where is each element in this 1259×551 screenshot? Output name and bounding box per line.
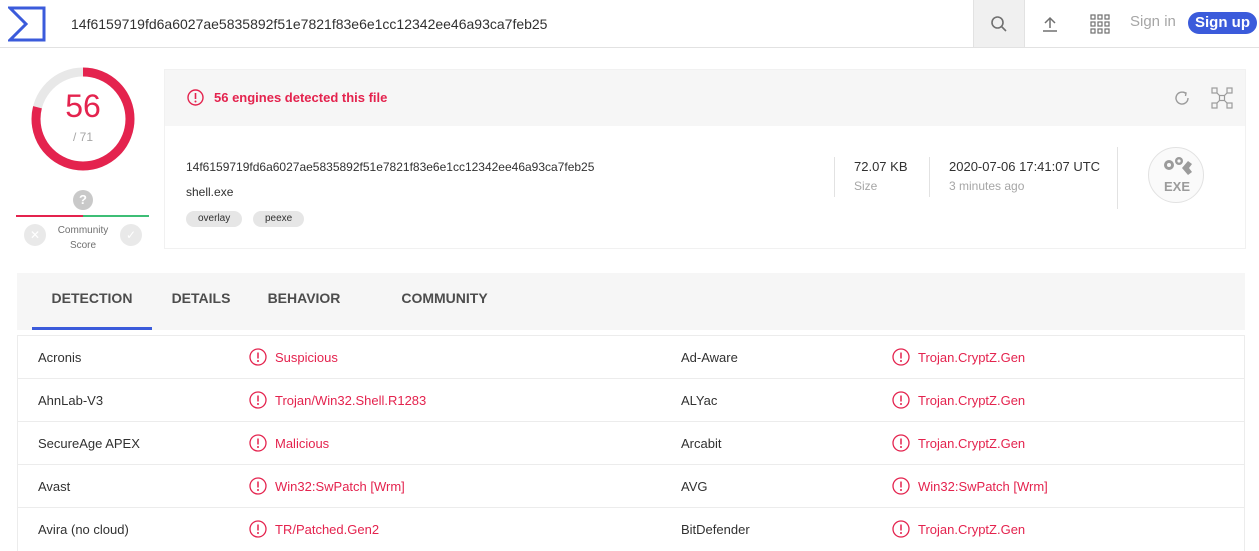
filetype-exe-icon: EXE bbox=[1148, 147, 1204, 203]
detection-result: Trojan.CryptZ.Gen bbox=[918, 393, 1026, 408]
engine-name: AVG bbox=[681, 479, 708, 494]
reanalyze-icon[interactable] bbox=[1172, 88, 1192, 108]
detection-table: Acronis Suspicious Ad-Aware Trojan.Crypt… bbox=[17, 335, 1245, 551]
detection-result: Trojan.CryptZ.Gen bbox=[918, 350, 1026, 365]
file-size-label: Size bbox=[854, 179, 878, 193]
tab-behavior[interactable]: BEHAVIOR bbox=[259, 273, 349, 330]
engine-name: BitDefender bbox=[681, 522, 750, 537]
detection-result: TR/Patched.Gen2 bbox=[275, 522, 380, 537]
analysis-age: 3 minutes ago bbox=[949, 179, 1025, 193]
file-summary-panel: 56 engines detected this file 14f6159719… bbox=[164, 69, 1246, 249]
detection-result: Malicious bbox=[275, 436, 330, 451]
engine-name: Acronis bbox=[38, 350, 82, 365]
search-icon bbox=[991, 15, 1007, 32]
report-tabs: DETECTION DETAILS BEHAVIOR COMMUNITY bbox=[17, 273, 1245, 330]
table-row: AhnLab-V3 Trojan/Win32.Shell.R1283 ALYac… bbox=[18, 379, 1244, 422]
alert-circle-icon bbox=[249, 348, 267, 366]
table-row: Avira (no cloud) TR/Patched.Gen2 BitDefe… bbox=[18, 508, 1244, 551]
file-size-value: 72.07 KB bbox=[854, 159, 908, 174]
alert-circle-icon bbox=[892, 434, 910, 452]
upload-button[interactable] bbox=[1032, 0, 1068, 47]
search-button[interactable] bbox=[973, 0, 1025, 47]
divider bbox=[834, 157, 835, 197]
alert-circle-icon bbox=[892, 391, 910, 409]
alert-circle-icon bbox=[187, 89, 204, 106]
vote-malicious-button[interactable]: ✕ bbox=[24, 224, 46, 246]
filetype-label: EXE bbox=[1163, 179, 1190, 194]
alert-circle-icon bbox=[249, 477, 267, 495]
detection-result: Win32:SwPatch [Wrm] bbox=[918, 479, 1048, 494]
detection-result: Suspicious bbox=[275, 350, 338, 365]
alert-circle-icon bbox=[892, 477, 910, 495]
community-score: ? ✕ Community Score ✓ bbox=[16, 190, 149, 260]
detection-count: 56 bbox=[65, 88, 101, 124]
alert-circle-icon bbox=[249, 520, 267, 538]
analysis-date: 2020-07-06 17:41:07 UTC bbox=[949, 159, 1101, 174]
tag-peexe[interactable]: peexe bbox=[253, 211, 305, 227]
detection-score-gauge: 56 / 71 bbox=[30, 66, 136, 172]
upload-icon bbox=[1043, 16, 1057, 32]
table-row: Avast Win32:SwPatch [Wrm] AVG Win32:SwPa… bbox=[18, 465, 1244, 508]
apps-grid-icon bbox=[1090, 13, 1110, 34]
detection-result: Trojan.CryptZ.Gen bbox=[918, 436, 1026, 451]
close-icon: ✕ bbox=[29, 228, 41, 242]
sign-in-link[interactable]: Sign in bbox=[1130, 13, 1176, 30]
alert-circle-icon bbox=[892, 520, 910, 538]
engine-name: ALYac bbox=[681, 393, 718, 408]
detection-result: Trojan.CryptZ.Gen bbox=[918, 522, 1026, 537]
table-row: Acronis Suspicious Ad-Aware Trojan.Crypt… bbox=[18, 336, 1244, 379]
gears-icon bbox=[1164, 157, 1192, 175]
alert-circle-icon bbox=[892, 348, 910, 366]
engine-name: SecureAge APEX bbox=[38, 436, 140, 451]
divider bbox=[1117, 147, 1118, 209]
graph-icon[interactable] bbox=[1211, 87, 1233, 109]
divider bbox=[929, 157, 930, 197]
community-bar-malicious bbox=[16, 215, 83, 217]
engine-name: Avira (no cloud) bbox=[38, 522, 129, 537]
engine-total: / 71 bbox=[72, 130, 93, 144]
detection-result: Win32:SwPatch [Wrm] bbox=[275, 479, 405, 494]
alert-circle-icon bbox=[249, 391, 267, 409]
community-score-label: Community Score bbox=[57, 225, 109, 251]
file-hash[interactable]: 14f6159719fd6a6027ae5835892f51e7821f83e6… bbox=[186, 160, 594, 174]
tab-detection[interactable]: DETECTION bbox=[32, 273, 152, 330]
engine-name: Ad-Aware bbox=[681, 350, 738, 365]
detection-result: Trojan/Win32.Shell.R1283 bbox=[275, 393, 427, 408]
alert-text: 56 engines detected this file bbox=[214, 90, 388, 105]
tag-overlay[interactable]: overlay bbox=[186, 211, 243, 227]
tab-details[interactable]: DETAILS bbox=[162, 273, 240, 330]
apps-button[interactable] bbox=[1082, 0, 1118, 47]
community-bar-harmless bbox=[83, 215, 149, 217]
engine-name: Avast bbox=[38, 479, 71, 494]
sign-up-button[interactable]: Sign up bbox=[1188, 12, 1257, 34]
search-input[interactable] bbox=[60, 0, 973, 47]
question-icon: ? bbox=[73, 190, 93, 210]
virustotal-logo-icon[interactable] bbox=[8, 6, 46, 42]
tab-community[interactable]: COMMUNITY bbox=[392, 273, 497, 330]
file-name: shell.exe bbox=[186, 185, 234, 199]
detection-alert: 56 engines detected this file bbox=[165, 70, 1245, 126]
table-row: SecureAge APEX Malicious Arcabit Trojan.… bbox=[18, 422, 1244, 465]
vote-harmless-button[interactable]: ✓ bbox=[120, 224, 142, 246]
alert-circle-icon bbox=[249, 434, 267, 452]
top-bar: Sign in Sign up bbox=[0, 0, 1259, 48]
engine-name: Arcabit bbox=[681, 436, 722, 451]
engine-name: AhnLab-V3 bbox=[38, 393, 104, 408]
check-icon: ✓ bbox=[125, 228, 137, 242]
